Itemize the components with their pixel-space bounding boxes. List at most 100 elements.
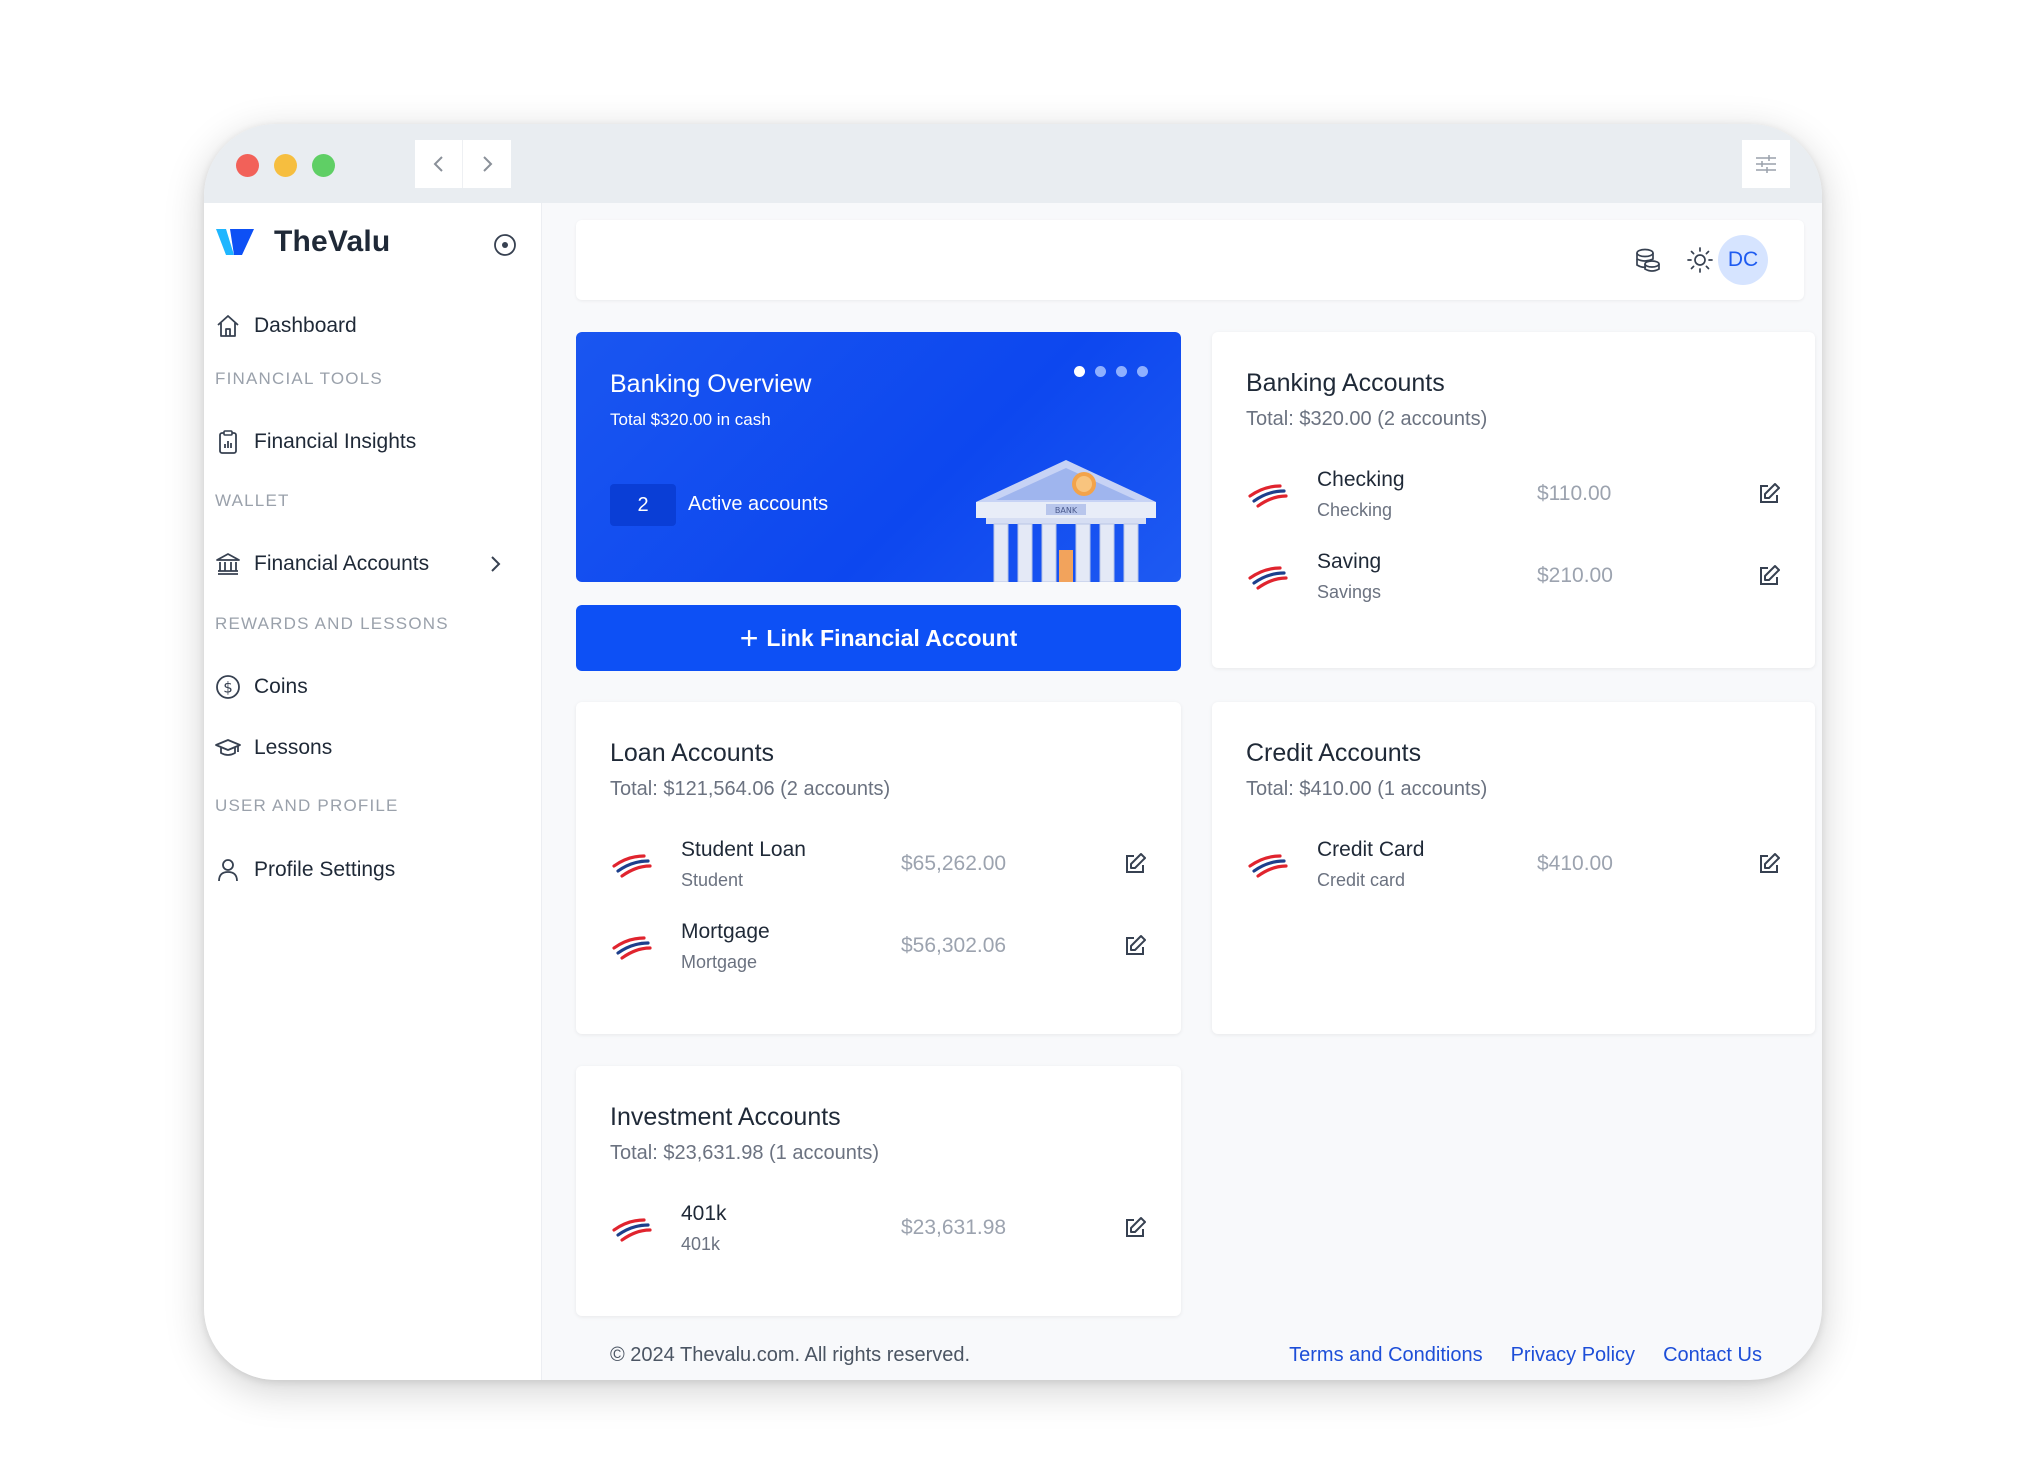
account-name: Credit Card [1317,838,1425,861]
carousel-dot[interactable] [1116,366,1127,377]
credit-accounts-card: Credit Accounts Total: $410.00 (1 accoun… [1212,702,1815,1034]
sidebar-item-label: Profile Settings [254,858,396,881]
home-icon [214,312,242,340]
account-name: Mortgage [681,920,770,943]
edit-icon[interactable] [1757,482,1781,511]
account-type: Checking [1317,500,1393,520]
account-name: 401k [681,1202,727,1225]
privacy-link[interactable]: Privacy Policy [1511,1344,1635,1367]
chevron-right-icon [483,156,493,172]
sun-icon[interactable] [1686,246,1714,279]
sidebar-item-lessons[interactable]: Lessons [214,734,332,762]
card-total: Total: $410.00 (1 accounts) [1246,778,1488,800]
bank-building-illustration: BANK [966,460,1166,582]
card-title: Banking Accounts [1246,369,1445,397]
chevron-right-icon[interactable] [486,553,506,580]
app-window: TheValu Dashboard FINANCIAL TOOLS Financ… [204,124,1822,1380]
radio-circle-icon [494,234,516,256]
edit-icon[interactable] [1123,1216,1147,1245]
account-type: Student [681,870,744,890]
edit-icon[interactable] [1123,934,1147,963]
account-name: Saving [1317,550,1382,573]
coins-icon[interactable] [1634,246,1662,279]
overview-title: Banking Overview [610,370,812,398]
account-name: Checking [1317,468,1405,491]
investment-accounts-card: Investment Accounts Total: $23,631.98 (1… [576,1066,1181,1316]
edit-icon[interactable] [1123,852,1147,881]
sidebar-item-profile-settings[interactable]: Profile Settings [214,856,395,884]
bank-logo-icon [1246,852,1288,883]
sidebar-item-label: Dashboard [254,314,357,337]
bank-logo-icon [610,1216,652,1247]
account-type: Credit card [1317,870,1406,890]
brand-name: TheValu [274,225,391,258]
carousel-dot[interactable] [1074,366,1085,377]
maximize-window-button[interactable] [312,154,335,177]
card-title: Investment Accounts [610,1103,841,1131]
section-label-user-profile: USER AND PROFILE [215,796,399,815]
forward-button[interactable] [463,140,511,188]
loan-accounts-card: Loan Accounts Total: $121,564.06 (2 acco… [576,702,1181,1034]
window-settings-button[interactable] [1742,140,1790,188]
account-row-student-loan[interactable]: Student Loan Student $65,262.00 [610,838,1147,900]
account-row-mortgage[interactable]: Mortgage Mortgage $56,302.06 [610,920,1147,982]
link-financial-account-button[interactable]: + Link Financial Account [576,605,1181,671]
edit-icon[interactable] [1757,564,1781,593]
sidebar-toggle-button[interactable] [492,232,518,263]
sidebar-item-label: Financial Insights [254,430,417,453]
banking-accounts-card: Banking Accounts Total: $320.00 (2 accou… [1212,332,1815,668]
card-title: Credit Accounts [1246,739,1422,767]
carousel-dots [1074,366,1148,377]
sliders-icon [1756,155,1776,173]
sidebar-item-dashboard[interactable]: Dashboard [214,312,357,340]
account-amount: $65,262.00 [901,852,1007,875]
bank-logo-icon [1246,482,1288,513]
dollar-coin-icon: $ [214,673,242,701]
sidebar-item-label: Lessons [254,736,333,759]
sidebar-item-coins[interactable]: $ Coins [214,673,308,701]
overview-subtitle: Total $320.00 in cash [610,410,771,429]
section-label-rewards: REWARDS AND LESSONS [215,614,449,633]
close-window-button[interactable] [236,154,259,177]
account-type: Mortgage [681,952,758,972]
bank-logo-icon [1246,564,1288,595]
footer-links: Terms and Conditions Privacy Policy Cont… [1289,1344,1762,1367]
bank-sign: BANK [1055,506,1078,515]
account-amount: $110.00 [1537,482,1612,505]
account-row-credit-card[interactable]: Credit Card Credit card $410.00 [1246,838,1781,900]
account-type: 401k [681,1234,721,1254]
carousel-dot[interactable] [1137,366,1148,377]
back-button[interactable] [415,140,463,188]
clipboard-icon [214,428,242,456]
footer-copyright: © 2024 Thevalu.com. All rights reserved. [610,1344,971,1366]
card-total: Total: $121,564.06 (2 accounts) [610,778,891,800]
card-total: Total: $23,631.98 (1 accounts) [610,1142,880,1164]
account-row-401k[interactable]: 401k 401k $23,631.98 [610,1202,1147,1264]
graduation-cap-icon [214,734,242,762]
card-total: Total: $320.00 (2 accounts) [1246,408,1488,430]
account-amount: $210.00 [1537,564,1613,587]
thevalu-logo-icon [216,229,254,255]
account-amount: $56,302.06 [901,934,1007,957]
active-accounts-label: Active accounts [688,493,829,515]
brand[interactable]: TheValu [216,225,390,259]
sidebar-item-financial-accounts[interactable]: Financial Accounts [214,550,429,578]
carousel-dot[interactable] [1095,366,1106,377]
section-label-wallet: WALLET [215,491,290,510]
sidebar-item-label: Financial Accounts [254,552,430,575]
link-button-label: Link Financial Account [766,624,1018,651]
account-row-checking[interactable]: Checking Checking $110.00 [1246,468,1781,530]
minimize-window-button[interactable] [274,154,297,177]
terms-link[interactable]: Terms and Conditions [1289,1344,1482,1367]
sidebar-item-financial-insights[interactable]: Financial Insights [214,428,416,456]
avatar[interactable]: DC [1718,235,1768,285]
plus-icon: + [739,620,759,656]
account-name: Student Loan [681,838,806,861]
edit-icon[interactable] [1757,852,1781,881]
bank-icon [214,550,242,578]
contact-link[interactable]: Contact Us [1663,1344,1762,1367]
account-amount: $23,631.98 [901,1216,1007,1239]
active-accounts-count: 2 [610,484,676,526]
card-title: Loan Accounts [610,739,775,767]
account-row-saving[interactable]: Saving Savings $210.00 [1246,550,1781,612]
